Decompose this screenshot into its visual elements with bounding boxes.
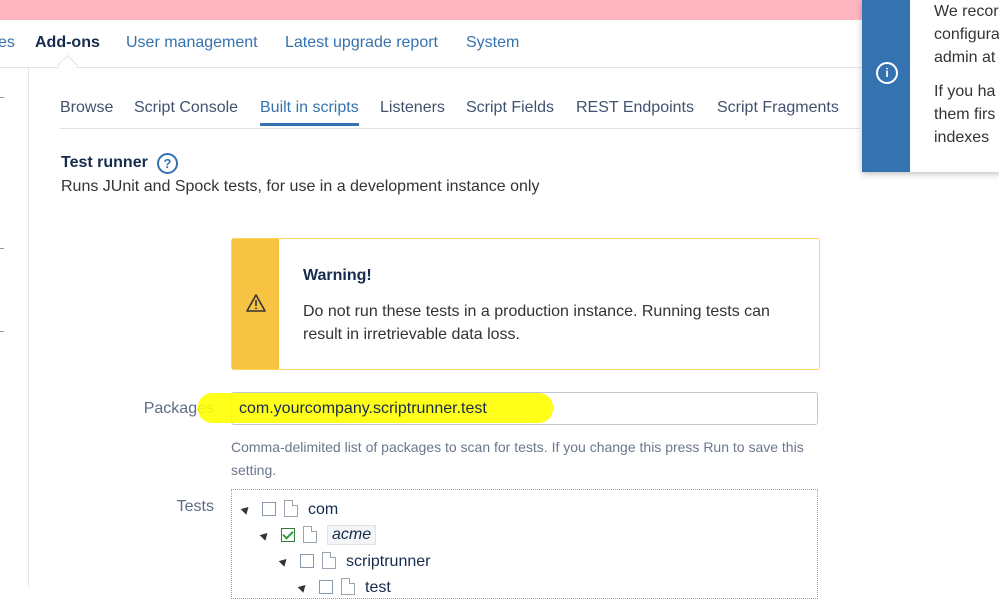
tree-node-label[interactable]: test: [365, 579, 391, 597]
admin-top-nav: es Add-ons User management Latest upgrad…: [0, 20, 999, 68]
flag-text-line: admin at: [934, 46, 995, 69]
tab-built-in-scripts[interactable]: Built in scripts: [260, 99, 359, 117]
expand-arrow-icon[interactable]: [241, 504, 252, 515]
left-sidebar-edge: [0, 67, 29, 587]
tree-node-label[interactable]: acme: [327, 525, 376, 545]
sidebar-tick: [0, 248, 4, 249]
tree-node-label[interactable]: scriptrunner: [346, 553, 430, 571]
warning-message: Warning! Do not run these tests in a pro…: [231, 238, 820, 370]
active-tab-caret: [57, 55, 78, 76]
tree-node-label[interactable]: com: [308, 501, 338, 519]
tab-script-console[interactable]: Script Console: [134, 99, 238, 117]
tree-checkbox[interactable]: [319, 580, 333, 594]
file-icon: [322, 552, 336, 569]
tree-checkbox[interactable]: [262, 502, 276, 516]
flag-text-line: indexes: [934, 126, 989, 149]
nav-item-system[interactable]: System: [466, 34, 519, 52]
info-flag: i We recor configura admin at If you ha …: [862, 0, 999, 172]
flag-text-line: configura: [934, 23, 999, 46]
tests-tree: com acme scriptrunner test: [231, 489, 818, 599]
tree-checkbox-checked[interactable]: [281, 528, 295, 542]
tab-script-fields[interactable]: Script Fields: [466, 99, 554, 117]
tree-checkbox[interactable]: [300, 554, 314, 568]
flag-text-line: We recor: [934, 0, 999, 23]
tab-script-fragments[interactable]: Script Fragments: [717, 99, 839, 117]
warning-icon: [246, 294, 266, 312]
tab-browse[interactable]: Browse: [60, 99, 113, 117]
sidebar-tick: [0, 331, 4, 332]
expand-arrow-icon[interactable]: [260, 530, 271, 541]
top-banner: [0, 0, 999, 20]
flag-text-line: them firs: [934, 103, 995, 126]
nav-item-issues[interactable]: es: [0, 34, 15, 52]
page-description: Runs JUnit and Spock tests, for use in a…: [61, 178, 539, 196]
packages-value[interactable]: com.yourcompany.scriptrunner.test: [239, 400, 487, 418]
warning-text: Do not run these tests in a production i…: [303, 300, 773, 346]
packages-hint: Comma-delimited list of packages to scan…: [231, 436, 821, 482]
info-strip: i: [862, 0, 910, 172]
flag-text-line: If you ha: [934, 80, 995, 103]
warning-title: Warning!: [303, 267, 372, 285]
tests-label: Tests: [120, 498, 214, 516]
nav-item-user-management[interactable]: User management: [126, 34, 258, 52]
scriptrunner-tabs: Browse Script Console Built in scripts L…: [60, 97, 860, 129]
expand-arrow-icon[interactable]: [279, 556, 290, 567]
page-title: Test runner: [61, 154, 148, 172]
file-icon: [303, 526, 317, 543]
tab-rest-endpoints[interactable]: REST Endpoints: [576, 99, 694, 117]
tab-listeners[interactable]: Listeners: [380, 99, 445, 117]
expand-arrow-icon[interactable]: [298, 582, 309, 593]
warning-strip: [232, 239, 279, 369]
info-icon: i: [876, 62, 898, 84]
nav-item-add-ons[interactable]: Add-ons: [35, 34, 100, 52]
file-icon: [284, 500, 298, 517]
sidebar-tick: [0, 97, 4, 98]
help-icon[interactable]: ?: [157, 153, 178, 174]
nav-item-latest-upgrade-report[interactable]: Latest upgrade report: [285, 34, 438, 52]
